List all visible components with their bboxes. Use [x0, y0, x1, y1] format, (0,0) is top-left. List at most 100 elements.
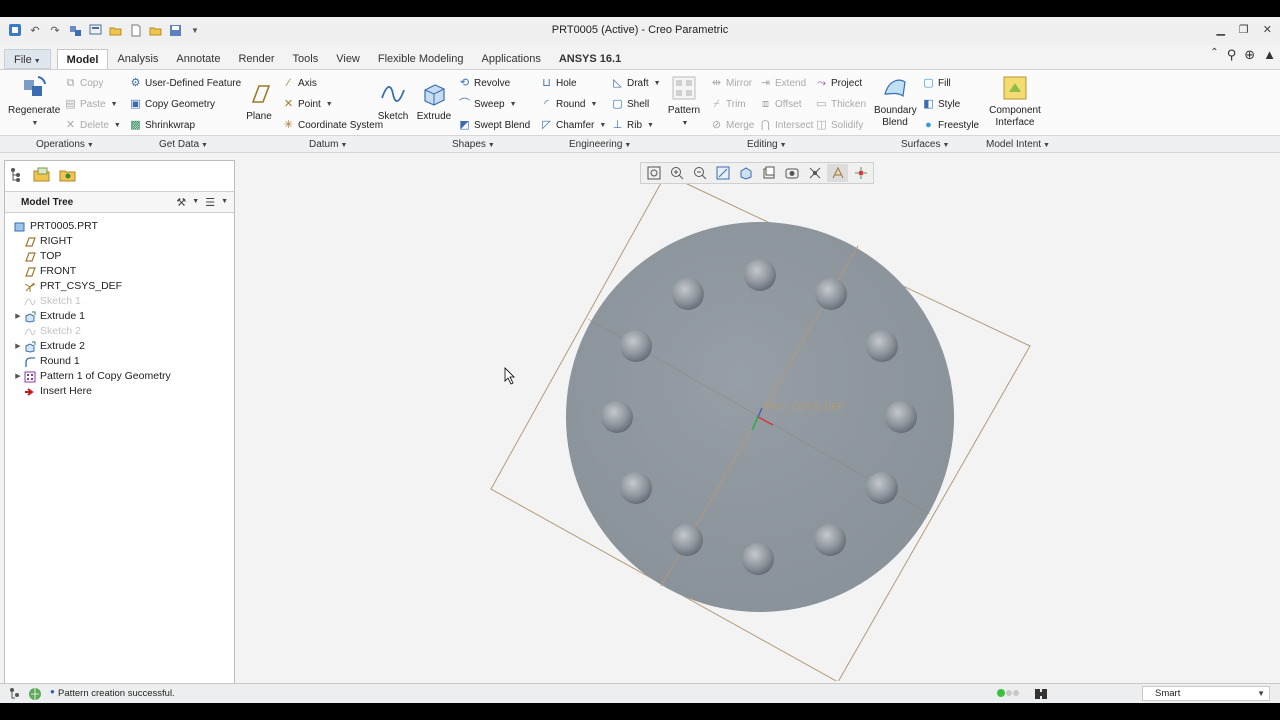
- offset-button[interactable]: ⧈ Offset: [759, 98, 802, 111]
- boss-feature[interactable]: [744, 259, 776, 291]
- spin-center-icon[interactable]: [850, 164, 871, 182]
- datum-display-icon[interactable]: [827, 164, 848, 182]
- swept-blend-button[interactable]: ◩ Swept Blend: [458, 119, 530, 132]
- more-icon[interactable]: ▲: [1263, 47, 1276, 63]
- refit-icon[interactable]: [643, 164, 664, 182]
- tab-model[interactable]: Model: [56, 49, 109, 69]
- tree-node[interactable]: Sketch 1: [5, 294, 234, 309]
- graphics-window[interactable]: PRT_CSYS_DEF: [236, 154, 1280, 681]
- boss-feature[interactable]: [866, 330, 898, 362]
- tab-flexible-modeling[interactable]: Flexible Modeling: [369, 49, 473, 69]
- boss-feature[interactable]: [814, 524, 846, 556]
- tree-node[interactable]: PRT_CSYS_DEF: [5, 279, 234, 294]
- selection-tool-icon[interactable]: [1034, 687, 1048, 703]
- coordinate-system-button[interactable]: ✳ Coordinate System: [282, 119, 383, 132]
- delete-button[interactable]: ✕ Delete ▼: [64, 119, 121, 132]
- boss-feature[interactable]: [601, 401, 633, 433]
- zoom-in-icon[interactable]: [666, 164, 687, 182]
- tree-node[interactable]: ▶ Extrude 1: [5, 309, 234, 324]
- selection-filter[interactable]: Smart ▼: [1142, 686, 1270, 701]
- trim-button[interactable]: ⌿ Trim: [710, 98, 745, 111]
- tree-node[interactable]: TOP: [5, 249, 234, 264]
- boss-feature[interactable]: [742, 543, 774, 575]
- tree-node[interactable]: ▶ Extrude 2: [5, 339, 234, 354]
- group-editing[interactable]: Editing ▼: [747, 139, 787, 150]
- tree-node[interactable]: FRONT: [5, 264, 234, 279]
- merge-button[interactable]: ⊘ Merge: [710, 119, 754, 132]
- pattern-button[interactable]: Pattern ▼: [666, 74, 702, 130]
- restore-icon[interactable]: ❐: [1239, 23, 1249, 36]
- user-defined-feature-button[interactable]: ⚙ User-Defined Feature: [129, 77, 242, 90]
- tree-node[interactable]: RIGHT: [5, 234, 234, 249]
- style-button[interactable]: ◧ Style: [922, 98, 960, 111]
- boss-feature[interactable]: [672, 278, 704, 310]
- solidify-button[interactable]: ◫ Solidify: [815, 119, 863, 132]
- help-icon[interactable]: ⊕: [1244, 47, 1255, 63]
- group-operations[interactable]: Operations ▼: [36, 139, 94, 150]
- perspective-icon[interactable]: [804, 164, 825, 182]
- tab-file[interactable]: File ▼: [4, 49, 51, 69]
- favorites-tab-icon[interactable]: [59, 167, 77, 186]
- tab-annotate[interactable]: Annotate: [167, 49, 229, 69]
- revolve-button[interactable]: ⟲ Revolve: [458, 77, 510, 90]
- minimize-icon[interactable]: ▁: [1216, 23, 1224, 36]
- paste-button[interactable]: ▤ Paste ▼: [64, 98, 117, 111]
- chamfer-button[interactable]: ◸ Chamfer ▼: [540, 119, 606, 132]
- tree-node[interactable]: Insert Here: [5, 384, 234, 399]
- tab-ansys[interactable]: ANSYS 16.1: [550, 49, 630, 69]
- copy-button[interactable]: ⧉ Copy: [64, 77, 104, 90]
- sweep-button[interactable]: ⌒ Sweep ▼: [458, 98, 517, 111]
- thicken-button[interactable]: ▭ Thicken: [815, 98, 866, 111]
- tree-settings-icon[interactable]: ⚒: [176, 196, 186, 209]
- repaint-icon[interactable]: [712, 164, 733, 182]
- mirror-button[interactable]: ⇹ Mirror: [710, 77, 752, 90]
- expand-arrow-icon[interactable]: ▶: [13, 369, 23, 384]
- search-icon[interactable]: ⚲: [1227, 47, 1237, 63]
- hole-button[interactable]: ⊔ Hole: [540, 77, 576, 90]
- display-style-icon[interactable]: [735, 164, 756, 182]
- draft-button[interactable]: ◺ Draft ▼: [611, 77, 660, 90]
- boss-feature[interactable]: [815, 278, 847, 310]
- extend-button[interactable]: ⇥ Extend: [759, 77, 806, 90]
- zoom-out-icon[interactable]: [689, 164, 710, 182]
- boundary-blend-button[interactable]: Boundary Blend: [874, 74, 917, 129]
- tree-node[interactable]: Sketch 2: [5, 324, 234, 339]
- group-model-intent[interactable]: Model Intent ▼: [986, 139, 1050, 150]
- round-button[interactable]: ◜ Round ▼: [540, 98, 597, 111]
- fill-button[interactable]: ▢ Fill: [922, 77, 950, 90]
- sketch-button[interactable]: Sketch: [376, 80, 410, 123]
- chevron-down-icon[interactable]: ▼: [221, 196, 228, 209]
- shrinkwrap-button[interactable]: ▩ Shrinkwrap: [129, 119, 195, 132]
- shell-button[interactable]: ▢ Shell: [611, 98, 649, 111]
- browser-toggle-icon[interactable]: [28, 687, 42, 703]
- boss-feature[interactable]: [620, 472, 652, 504]
- collapse-ribbon-icon[interactable]: ⌃: [1210, 47, 1218, 63]
- tree-node[interactable]: ▶ Pattern 1 of Copy Geometry: [5, 369, 234, 384]
- tab-render[interactable]: Render: [229, 49, 283, 69]
- tree-node[interactable]: PRT0005.PRT: [5, 219, 234, 234]
- boss-feature[interactable]: [885, 401, 917, 433]
- axis-button[interactable]: ⁄ Axis: [282, 77, 317, 90]
- expand-arrow-icon[interactable]: ▶: [13, 309, 23, 324]
- show-options-icon[interactable]: ☰: [205, 196, 215, 209]
- model-view[interactable]: PRT_CSYS_DEF: [236, 154, 1280, 681]
- copy-geometry-button[interactable]: ▣ Copy Geometry: [129, 98, 215, 111]
- component-interface-button[interactable]: Component Interface: [988, 74, 1042, 129]
- expand-arrow-icon[interactable]: ▶: [13, 339, 23, 354]
- rib-button[interactable]: ⊥ Rib ▼: [611, 119, 654, 132]
- tree-node[interactable]: Round 1: [5, 354, 234, 369]
- model-tree-tab-icon[interactable]: [9, 167, 25, 186]
- group-datum[interactable]: Datum ▼: [309, 139, 347, 150]
- navigator-toggle-icon[interactable]: [8, 687, 22, 703]
- boss-feature[interactable]: [620, 330, 652, 362]
- group-get-data[interactable]: Get Data ▼: [159, 139, 208, 150]
- project-button[interactable]: ⤳ Project: [815, 77, 862, 90]
- tab-applications[interactable]: Applications: [473, 49, 550, 69]
- intersect-button[interactable]: ⋂ Intersect: [759, 119, 813, 132]
- boss-feature[interactable]: [671, 524, 703, 556]
- view-manager-icon[interactable]: [781, 164, 802, 182]
- extrude-button[interactable]: Extrude: [416, 80, 452, 123]
- point-button[interactable]: ✕ Point ▼: [282, 98, 333, 111]
- boss-feature[interactable]: [866, 472, 898, 504]
- chevron-down-icon[interactable]: ▼: [192, 196, 199, 209]
